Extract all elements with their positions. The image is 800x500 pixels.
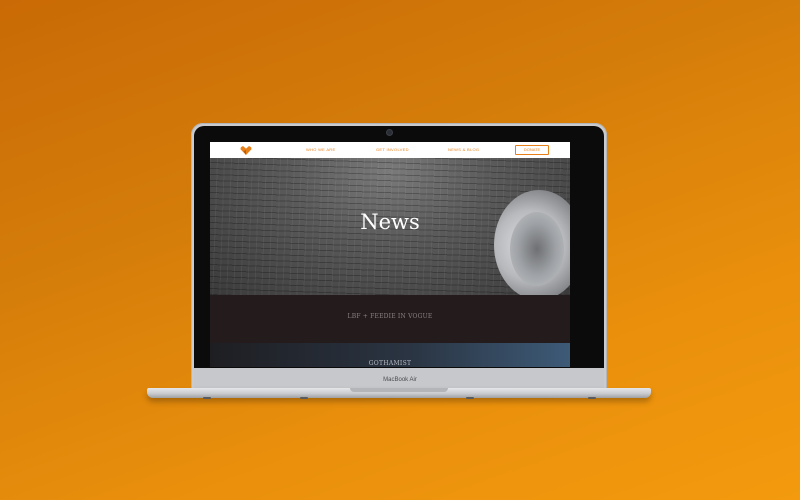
laptop-foot: [588, 397, 596, 399]
donate-button[interactable]: DONATE: [515, 145, 549, 155]
laptop-foot: [203, 397, 211, 399]
post-title[interactable]: LBF + FEEDIE IN VOGUE: [210, 313, 570, 320]
nav-link-who-we-are[interactable]: WHO WE ARE: [306, 142, 335, 158]
laptop-foot: [300, 397, 308, 399]
nav-link-get-involved[interactable]: GET INVOLVED: [376, 142, 409, 158]
device-brand-label: MacBook Air: [383, 377, 417, 383]
webcam: [387, 130, 392, 135]
page-title: News: [360, 210, 420, 234]
laptop-foot: [466, 397, 474, 399]
site-navbar: WHO WE ARE GET INVOLVED NEWS & BLOG DONA…: [210, 142, 570, 158]
post-title[interactable]: GOTHAMIST: [210, 360, 570, 367]
laptop-screen: WHO WE ARE GET INVOLVED NEWS & BLOG DONA…: [210, 142, 570, 367]
nav-link-news-blog[interactable]: NEWS & BLOG: [448, 142, 479, 158]
lid-opening-notch: [350, 388, 448, 392]
heart-logo-icon[interactable]: [240, 146, 252, 155]
